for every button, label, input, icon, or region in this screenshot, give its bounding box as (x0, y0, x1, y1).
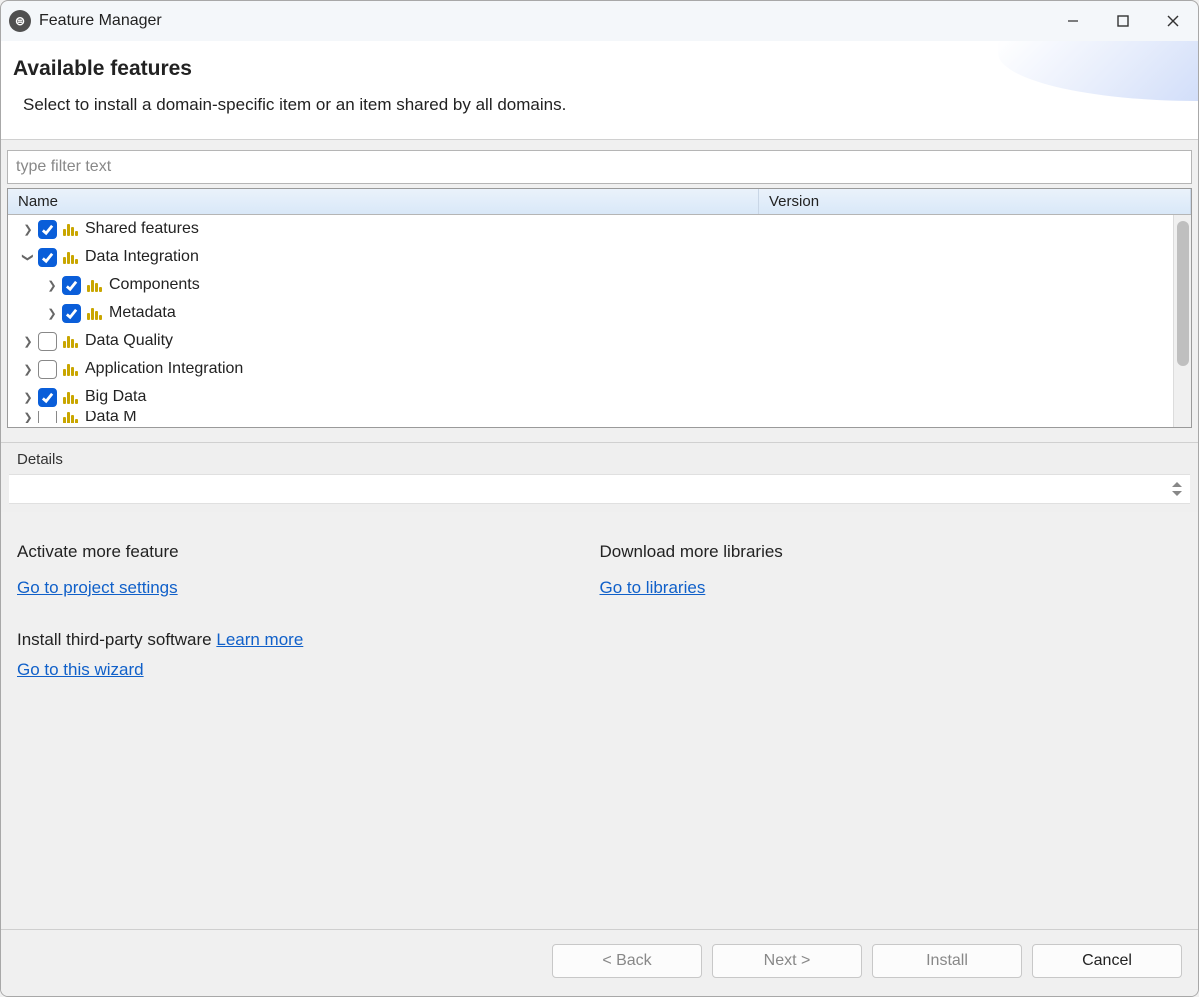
activate-block: Activate more feature Go to project sett… (17, 542, 600, 598)
checkbox[interactable] (62, 304, 81, 323)
column-name[interactable]: Name (8, 189, 759, 214)
tree-row-big-data[interactable]: ❯ Big Data (8, 383, 1191, 411)
banner-heading: Available features (13, 57, 1180, 81)
links-area: Activate more feature Go to project sett… (1, 512, 1198, 929)
next-button[interactable]: Next > (712, 944, 862, 978)
tree-row-metadata[interactable]: ❯ Metadata (8, 299, 1191, 327)
chevron-right-icon[interactable]: ❯ (20, 335, 36, 348)
wizard-footer: < Back Next > Install Cancel (1, 929, 1198, 996)
chevron-down-icon[interactable]: ❯ (22, 249, 35, 265)
tree-row-application-integration[interactable]: ❯ Application Integration (8, 355, 1191, 383)
details-group: Details (1, 443, 1198, 512)
checkbox[interactable] (38, 411, 57, 423)
tree-item-label: Big Data (85, 388, 146, 406)
checkbox[interactable] (38, 332, 57, 351)
filter-area (1, 140, 1198, 188)
checkbox[interactable] (38, 248, 57, 267)
tree-item-label: Metadata (109, 304, 176, 322)
spinner-control[interactable] (1172, 475, 1188, 503)
back-button[interactable]: < Back (552, 944, 702, 978)
project-settings-link[interactable]: Go to project settings (17, 578, 178, 597)
column-version[interactable]: Version (759, 189, 1191, 214)
checkbox[interactable] (62, 276, 81, 295)
filter-input[interactable] (7, 150, 1192, 184)
third-party-prefix: Install third-party software (17, 630, 216, 649)
feature-icon (63, 222, 79, 236)
window-title: Feature Manager (39, 12, 1048, 30)
feature-icon (87, 306, 103, 320)
tree-body: ❯ Shared features ❯ Data Integration ❯ C… (8, 215, 1191, 427)
third-party-line: Install third-party software Learn more (17, 630, 600, 650)
download-block: Download more libraries Go to libraries (600, 542, 1183, 598)
feature-tree: Name Version ❯ Shared features ❯ Data In… (7, 188, 1192, 428)
wizard-link-row: Go to this wizard (17, 660, 600, 680)
scrollbar-thumb[interactable] (1177, 221, 1189, 366)
download-title: Download more libraries (600, 542, 1183, 562)
tree-scroll: ❯ Shared features ❯ Data Integration ❯ C… (8, 215, 1191, 427)
details-label: Details (17, 451, 1190, 468)
vertical-scrollbar[interactable] (1173, 215, 1191, 427)
tree-row-shared-features[interactable]: ❯ Shared features (8, 215, 1191, 243)
minimize-button[interactable] (1048, 1, 1098, 41)
chevron-right-icon[interactable]: ❯ (20, 363, 36, 376)
chevron-right-icon[interactable]: ❯ (44, 307, 60, 320)
tree-header: Name Version (8, 189, 1191, 215)
wizard-link[interactable]: Go to this wizard (17, 660, 144, 679)
tree-item-label: Application Integration (85, 360, 243, 378)
tree-row-components[interactable]: ❯ Components (8, 271, 1191, 299)
chevron-right-icon[interactable]: ❯ (20, 223, 36, 236)
tree-item-label: Data Integration (85, 248, 199, 266)
chevron-right-icon[interactable]: ❯ (20, 391, 36, 404)
feature-icon (63, 362, 79, 376)
spinner-down-icon[interactable] (1172, 491, 1182, 496)
tree-item-label: Data M (85, 411, 137, 423)
checkbox[interactable] (38, 220, 57, 239)
feature-icon (63, 250, 79, 264)
learn-more-link[interactable]: Learn more (216, 630, 303, 649)
install-button[interactable]: Install (872, 944, 1022, 978)
cancel-button[interactable]: Cancel (1032, 944, 1182, 978)
tree-item-label: Data Quality (85, 332, 173, 350)
close-button[interactable] (1148, 1, 1198, 41)
details-box[interactable] (9, 474, 1190, 504)
spinner-up-icon[interactable] (1172, 482, 1182, 487)
feature-manager-window: ⊜ Feature Manager Available features Sel… (0, 0, 1199, 997)
banner-subtitle: Select to install a domain-specific item… (23, 95, 1180, 115)
app-icon: ⊜ (9, 10, 31, 32)
tree-row-data-quality[interactable]: ❯ Data Quality (8, 327, 1191, 355)
activate-title: Activate more feature (17, 542, 600, 562)
maximize-button[interactable] (1098, 1, 1148, 41)
feature-icon (63, 411, 79, 423)
checkbox[interactable] (38, 388, 57, 407)
tree-item-label: Components (109, 276, 200, 294)
chevron-right-icon[interactable]: ❯ (44, 279, 60, 292)
tree-row-data-integration[interactable]: ❯ Data Integration (8, 243, 1191, 271)
wizard-banner: Available features Select to install a d… (1, 41, 1198, 140)
feature-icon (63, 390, 79, 404)
titlebar: ⊜ Feature Manager (1, 1, 1198, 41)
tree-item-label: Shared features (85, 220, 199, 238)
feature-icon (63, 334, 79, 348)
window-controls (1048, 1, 1198, 41)
tree-row-partial[interactable]: ❯ Data M (8, 411, 1191, 423)
checkbox[interactable] (38, 360, 57, 379)
feature-icon (87, 278, 103, 292)
chevron-right-icon[interactable]: ❯ (20, 411, 36, 423)
libraries-link[interactable]: Go to libraries (600, 578, 706, 597)
